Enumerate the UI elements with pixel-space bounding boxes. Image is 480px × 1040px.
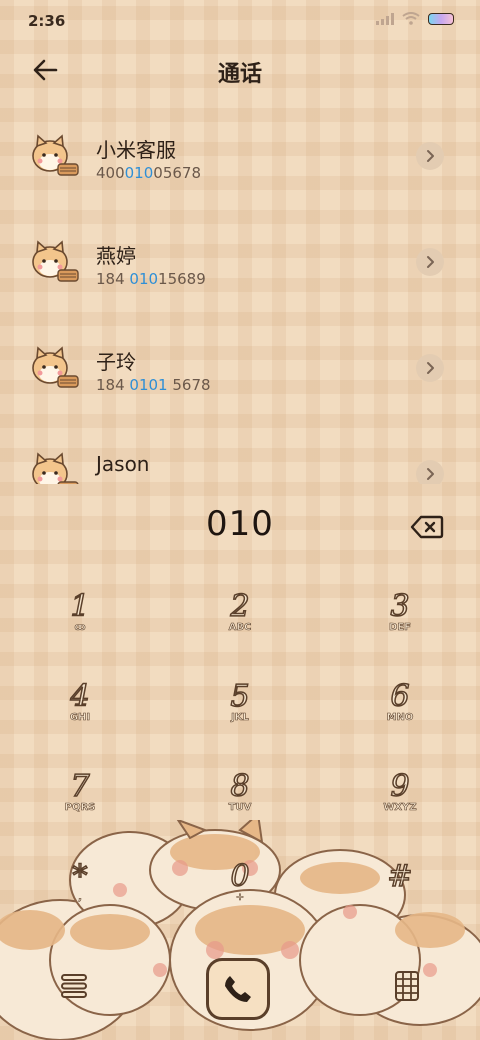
dial-number-display[interactable]: 010 bbox=[0, 504, 480, 544]
keypad-key[interactable]: 7 PQRS bbox=[20, 769, 140, 850]
keypad-key[interactable]: 5 JKL bbox=[180, 679, 300, 760]
number-prefix: 184 bbox=[96, 270, 130, 288]
contact-detail-button[interactable] bbox=[416, 354, 444, 382]
number-match-highlight: 010 bbox=[124, 164, 154, 182]
menu-icon bbox=[61, 974, 87, 998]
contact-detail-button[interactable] bbox=[416, 142, 444, 170]
key-digit: 5 bbox=[230, 679, 251, 715]
chevron-right-icon bbox=[427, 468, 434, 480]
number-match-highlight: 0101 bbox=[129, 376, 168, 394]
key-letters: PQRS bbox=[64, 802, 96, 814]
chevron-right-icon bbox=[427, 256, 434, 268]
signal-icon bbox=[376, 12, 394, 25]
contact-name: 燕婷 bbox=[96, 244, 136, 268]
key-digit: 0 bbox=[230, 859, 251, 895]
wifi-icon bbox=[402, 12, 420, 25]
number-suffix: 15689 bbox=[158, 270, 206, 288]
contact-item[interactable]: 子玲 184 0101 5678 bbox=[0, 316, 480, 422]
chevron-right-icon bbox=[427, 150, 434, 162]
key-digit: 3 bbox=[390, 589, 411, 625]
key-digit: 7 bbox=[70, 769, 91, 805]
status-icons bbox=[376, 12, 454, 25]
key-letters: + bbox=[235, 892, 245, 904]
key-digit: 8 bbox=[230, 769, 251, 805]
bottom-action-bar bbox=[0, 950, 480, 1040]
key-digit: * bbox=[72, 859, 89, 895]
battery-icon bbox=[428, 12, 454, 25]
avatar bbox=[28, 134, 82, 182]
keypad-key[interactable]: * , bbox=[20, 859, 140, 940]
contact-item[interactable]: 燕婷 184 01015689 bbox=[0, 210, 480, 316]
number-suffix: 05678 bbox=[153, 164, 201, 182]
page-title: 通话 bbox=[217, 62, 262, 87]
dialpad-icon bbox=[395, 971, 419, 1001]
number-suffix: 5678 bbox=[167, 376, 211, 394]
key-digit: 1 bbox=[70, 589, 91, 625]
keypad-key[interactable]: 6 MNO bbox=[340, 679, 460, 760]
phone-icon bbox=[225, 976, 251, 1002]
key-digit: 4 bbox=[70, 679, 91, 715]
key-letters: WXYZ bbox=[383, 802, 417, 814]
keypad-key[interactable]: 9 WXYZ bbox=[340, 769, 460, 850]
dial-input-row: 010 bbox=[0, 500, 480, 560]
key-digit: 2 bbox=[230, 589, 251, 625]
key-letters: , bbox=[78, 892, 82, 904]
key-digit: 6 bbox=[390, 679, 411, 715]
backspace-button[interactable] bbox=[410, 514, 444, 540]
contact-number: 40001005678 bbox=[96, 164, 201, 182]
number-prefix: 184 bbox=[96, 376, 130, 394]
key-letters: MNO bbox=[386, 712, 414, 724]
contact-name: Jason bbox=[96, 452, 150, 476]
keypad-key[interactable]: 8 TUV bbox=[180, 769, 300, 850]
number-match-highlight: 010 bbox=[129, 270, 159, 288]
status-bar: 2:36 bbox=[0, 0, 480, 40]
key-letters: JKL bbox=[231, 712, 249, 724]
contact-suggestions-list: 小米客服 40001005678 燕婷 184 01015689 子玲 184 … bbox=[0, 104, 480, 484]
chevron-right-icon bbox=[427, 362, 434, 374]
dialpad-toggle-button[interactable] bbox=[394, 970, 420, 1002]
contact-number: 184 01015689 bbox=[96, 270, 206, 288]
contact-name: 小米客服 bbox=[96, 138, 176, 162]
keypad-key[interactable]: 2 ABC bbox=[180, 589, 300, 670]
avatar bbox=[28, 346, 82, 394]
key-letters: DEF bbox=[389, 622, 412, 634]
header: 通话 bbox=[0, 48, 480, 92]
keypad-key[interactable]: 0 + bbox=[180, 859, 300, 940]
number-prefix: 400 bbox=[96, 164, 125, 182]
contact-item[interactable]: Jason bbox=[0, 422, 480, 484]
backspace-icon bbox=[410, 515, 444, 539]
key-digit: 9 bbox=[390, 769, 411, 805]
status-time: 2:36 bbox=[28, 12, 66, 30]
contact-number: 184 0101 5678 bbox=[96, 376, 211, 394]
contact-name: 子玲 bbox=[96, 350, 136, 374]
key-digit: # bbox=[387, 859, 414, 895]
keypad-key[interactable]: 3 DEF bbox=[340, 589, 460, 670]
menu-button[interactable] bbox=[58, 970, 90, 1002]
contact-detail-button[interactable] bbox=[416, 248, 444, 276]
contact-item[interactable]: 小米客服 40001005678 bbox=[0, 104, 480, 210]
keypad-key[interactable]: # bbox=[340, 859, 460, 940]
key-letters: GHI bbox=[69, 712, 91, 724]
key-letters: ABC bbox=[228, 622, 252, 634]
call-button[interactable] bbox=[206, 958, 270, 1020]
key-letters: ꝏ bbox=[74, 622, 86, 634]
keypad-key[interactable]: 4 GHI bbox=[20, 679, 140, 760]
keypad-key[interactable]: 1 ꝏ bbox=[20, 589, 140, 670]
key-letters: TUV bbox=[228, 802, 252, 814]
avatar bbox=[28, 452, 82, 484]
avatar bbox=[28, 240, 82, 288]
contact-detail-button[interactable] bbox=[416, 460, 444, 484]
